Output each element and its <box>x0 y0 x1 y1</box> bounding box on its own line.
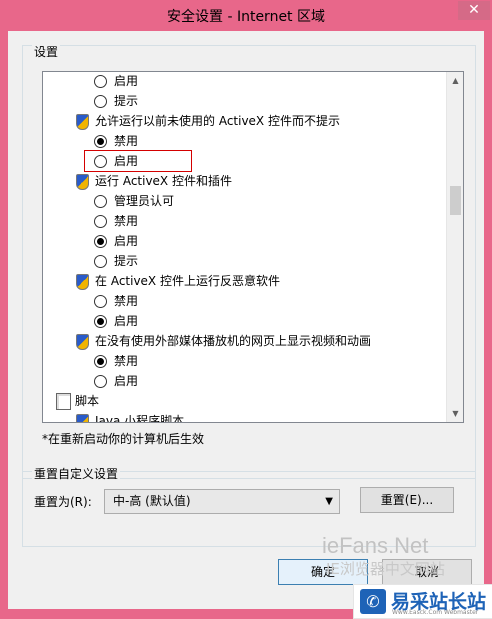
security-shield-icon <box>76 174 89 190</box>
watermark-caption: IE浏览器中文网站 <box>326 560 445 578</box>
vertical-scrollbar[interactable]: ▲ ▼ <box>446 72 463 422</box>
close-button[interactable]: ✕ <box>458 1 490 20</box>
chevron-down-icon: ▼ <box>325 496 333 507</box>
setting-label: 禁用 <box>114 214 139 228</box>
radio-icon[interactable] <box>94 155 107 168</box>
setting-label: 在没有使用外部媒体播放机的网页上显示视频和动画 <box>95 334 372 348</box>
radio-icon[interactable] <box>94 295 107 308</box>
dialog-body: 设置 启用 提示 允许运行以前未使用的 ActiveX 控件而不提示 禁用 启用 运行 A… <box>8 31 484 609</box>
setting-label: 在 ActiveX 控件上运行反恶意软件 <box>95 274 280 288</box>
scroll-up-icon[interactable]: ▲ <box>447 72 463 89</box>
radio-icon[interactable] <box>94 95 107 108</box>
setting-label: 禁用 <box>114 354 139 368</box>
reset-button[interactable]: 重置(E)... <box>360 487 454 513</box>
setting-label: 禁用 <box>114 294 139 308</box>
radio-icon[interactable] <box>94 195 107 208</box>
script-icon <box>56 393 71 410</box>
title-bar: 安全设置 - Internet 区域 ✕ <box>0 0 492 31</box>
security-shield-icon <box>76 334 89 350</box>
setting-label: 启用 <box>114 234 139 248</box>
security-shield-icon <box>76 414 89 422</box>
reset-legend: 重置自定义设置 <box>32 465 121 482</box>
scroll-down-icon[interactable]: ▼ <box>447 405 463 422</box>
radio-checked-icon[interactable] <box>94 235 107 248</box>
security-shield-icon <box>76 274 89 290</box>
setting-label: 启用 <box>114 314 139 328</box>
radio-icon[interactable] <box>94 255 107 268</box>
setting-label: 启用 <box>114 154 139 168</box>
settings-listbox[interactable]: 启用 提示 允许运行以前未使用的 ActiveX 控件而不提示 禁用 启用 运行 Acti… <box>42 71 464 423</box>
window-title: 安全设置 - Internet 区域 <box>167 9 325 25</box>
setting-label: 启用 <box>114 374 139 388</box>
setting-label: Java 小程序脚本 <box>95 414 185 423</box>
logo-icon: ✆ <box>360 589 386 614</box>
setting-label: 提示 <box>114 254 139 268</box>
security-level-value: 中-高 (默认值) <box>113 494 191 508</box>
logo-subtext: Www.Easck.Com Webmaster <box>392 609 479 616</box>
setting-label: 允许运行以前未使用的 ActiveX 控件而不提示 <box>95 114 340 128</box>
setting-label: 禁用 <box>114 134 139 148</box>
scrollbar-thumb[interactable] <box>450 186 461 215</box>
settings-legend: 设置 <box>32 43 61 60</box>
setting-label: 运行 ActiveX 控件和插件 <box>95 174 232 188</box>
setting-label: 脚本 <box>75 394 100 408</box>
restart-note: *在重新启动你的计算机后生效 <box>42 432 205 446</box>
radio-icon[interactable] <box>94 75 107 88</box>
setting-label: 提示 <box>114 94 139 108</box>
security-shield-icon <box>76 114 89 130</box>
radio-icon[interactable] <box>94 215 107 228</box>
reset-to-label: 重置为(R): <box>34 495 92 509</box>
security-level-select[interactable]: 中-高 (默认值) ▼ <box>104 489 340 514</box>
radio-checked-icon[interactable] <box>94 355 107 368</box>
setting-label: 启用 <box>114 74 139 88</box>
site-logo: ✆ 易采站长站 Www.Easck.Com Webmaster <box>353 584 492 619</box>
radio-icon[interactable] <box>94 375 107 388</box>
setting-label: 管理员认可 <box>114 194 175 208</box>
watermark-site: ieFans.Net <box>322 533 429 558</box>
radio-checked-icon[interactable] <box>94 315 107 328</box>
radio-checked-icon[interactable] <box>94 135 107 148</box>
